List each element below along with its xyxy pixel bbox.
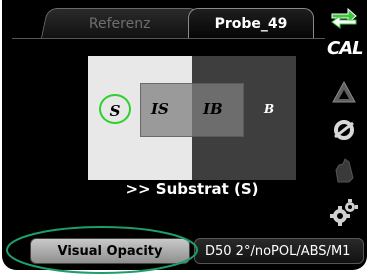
- tab-probe[interactable]: Probe_49: [188, 8, 314, 39]
- substrate-label[interactable]: S: [99, 94, 131, 124]
- tab-referenz-label: Referenz: [89, 16, 151, 32]
- triangle-icon[interactable]: [327, 80, 361, 106]
- annotation-ellipse: [6, 226, 198, 274]
- tab-probe-label: Probe_49: [214, 16, 288, 32]
- tab-referenz[interactable]: Referenz: [40, 8, 200, 39]
- ink-on-black-label[interactable]: IB: [203, 100, 223, 118]
- crossed-circle-icon[interactable]: [327, 118, 361, 144]
- screenshot: Referenz Probe_49 CAL S IS IB B >> Subst…: [0, 0, 369, 278]
- measurement-conditions[interactable]: D50 2°/noPOL/ABS/M1: [194, 238, 364, 264]
- hand-icon[interactable]: [327, 156, 361, 186]
- ink-on-substrate-label[interactable]: IS: [151, 100, 169, 118]
- gears-icon[interactable]: [327, 198, 361, 228]
- swap-arrows-icon[interactable]: [327, 6, 361, 32]
- black-label[interactable]: B: [264, 102, 274, 116]
- cal-label: CAL: [327, 38, 364, 59]
- calibration-button[interactable]: CAL: [327, 38, 364, 64]
- selection-status: >> Substrat (S): [125, 180, 259, 198]
- opacity-diagram: S IS IB B: [88, 56, 296, 180]
- tab-divider: [12, 38, 325, 39]
- conditions-label: D50 2°/noPOL/ABS/M1: [205, 244, 351, 259]
